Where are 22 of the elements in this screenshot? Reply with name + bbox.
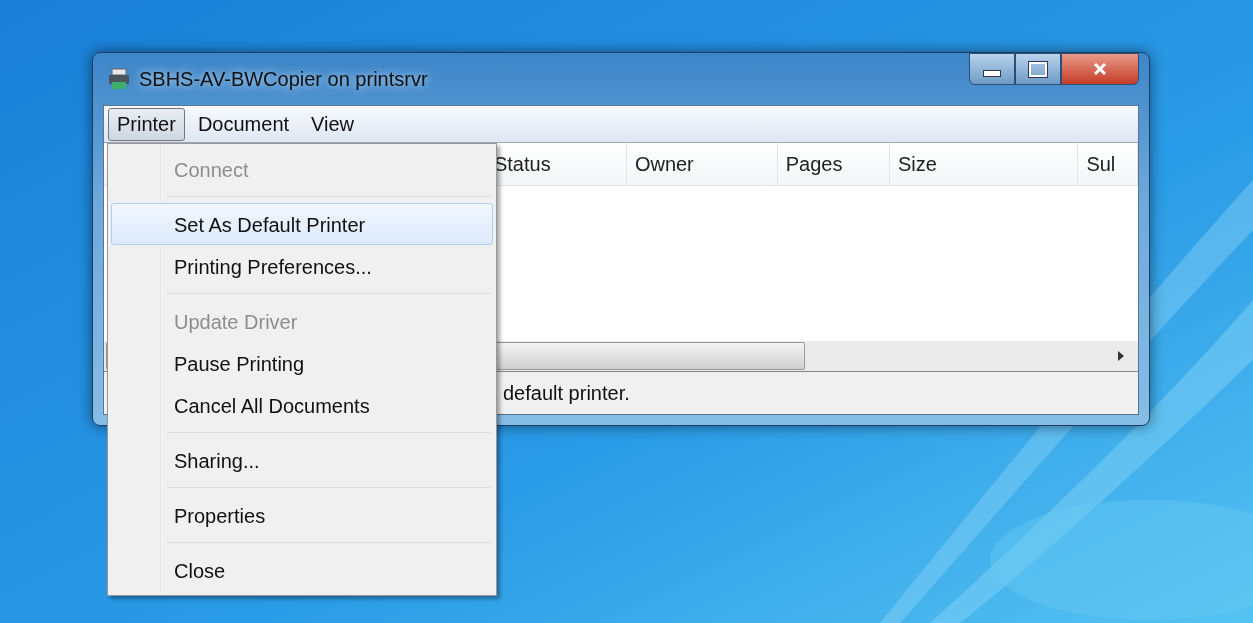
right-arrow-icon[interactable] <box>1118 351 1124 361</box>
column-header[interactable]: Sul <box>1078 143 1138 185</box>
menu-item[interactable]: Properties <box>111 494 493 536</box>
column-header[interactable]: Pages <box>777 143 890 185</box>
close-button[interactable] <box>1061 53 1139 85</box>
maximize-button[interactable] <box>1015 53 1061 85</box>
menu-item[interactable]: Set As Default Printer <box>111 203 493 245</box>
printer-icon <box>107 67 131 91</box>
window-title: SBHS-AV-BWCopier on printsrvr <box>139 67 428 91</box>
column-header[interactable]: Owner <box>626 143 778 185</box>
column-header[interactable]: Size <box>889 143 1079 185</box>
menu-item[interactable]: Pause Printing <box>111 342 493 384</box>
minimize-button[interactable] <box>969 53 1015 85</box>
menu-item[interactable]: Printing Preferences... <box>111 245 493 287</box>
close-icon <box>1092 62 1108 76</box>
menu-item[interactable]: Sharing... <box>111 439 493 481</box>
menu-item[interactable]: Cancel All Documents <box>111 384 493 426</box>
status-text: default printer. <box>503 381 630 405</box>
menu-item[interactable]: Document <box>188 107 299 141</box>
menu-item[interactable]: Close <box>111 549 493 591</box>
menu-item[interactable]: Printer <box>108 107 185 141</box>
menu-item[interactable]: View <box>302 107 364 141</box>
